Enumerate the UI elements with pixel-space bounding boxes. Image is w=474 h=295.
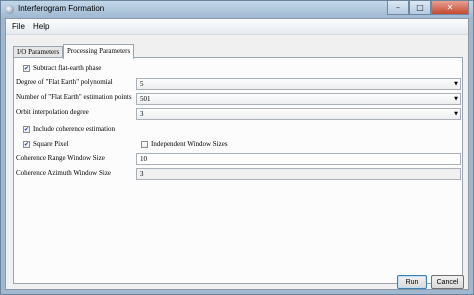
square-pixel-label: Square Pixel — [33, 140, 69, 148]
menu-file[interactable]: File — [12, 22, 25, 31]
include-coherence-label: Include coherence estimation — [33, 125, 116, 133]
orbit-select[interactable]: 3 ▼ — [136, 108, 461, 120]
app-icon — [5, 5, 14, 14]
degree-select[interactable]: 5 ▼ — [136, 78, 461, 90]
chevron-down-icon: ▼ — [454, 96, 458, 102]
checkbox-unchecked-icon — [141, 140, 148, 148]
menu-help[interactable]: Help — [33, 22, 49, 31]
application-window: Interferogram Formation – □ ✕ File Help … — [0, 0, 474, 295]
npoints-select[interactable]: 501 ▼ — [136, 93, 461, 105]
npoints-value: 501 — [140, 95, 151, 103]
window-controls: – □ ✕ — [387, 1, 469, 15]
subtract-flat-earth-label: Subtract flat-earth phase — [33, 64, 102, 72]
subtract-flat-earth-checkbox[interactable]: ✔ Subtract flat-earth phase — [23, 64, 101, 72]
maximize-button[interactable]: □ — [409, 1, 431, 15]
close-button[interactable]: ✕ — [431, 1, 469, 15]
independent-window-checkbox[interactable]: Independent Window Sizes — [141, 140, 228, 148]
title-bar[interactable]: Interferogram Formation – □ ✕ — [1, 1, 473, 18]
square-pixel-checkbox[interactable]: ✔ Square Pixel — [23, 140, 69, 148]
minimize-button[interactable]: – — [387, 1, 409, 15]
azimuth-window-value: 3 — [140, 170, 144, 178]
chevron-down-icon: ▼ — [454, 111, 458, 117]
degree-value: 5 — [140, 80, 144, 88]
azimuth-window-input[interactable]: 3 — [136, 168, 461, 180]
include-coherence-checkbox[interactable]: ✔ Include coherence estimation — [23, 125, 115, 133]
checkbox-checked-icon: ✔ — [23, 125, 30, 133]
orbit-label: Orbit interpolation degree — [16, 108, 89, 116]
menu-bar: File Help — [6, 19, 468, 35]
range-window-input[interactable]: 10 — [136, 153, 461, 165]
run-button[interactable]: Run — [397, 275, 427, 289]
window-title: Interferogram Formation — [18, 4, 105, 13]
checkbox-checked-icon: ✔ — [23, 64, 30, 72]
degree-label: Degree of "Flat Earth" polynomial — [16, 78, 113, 86]
range-window-label: Coherence Range Window Size — [16, 154, 105, 162]
range-window-value: 10 — [140, 155, 147, 163]
checkbox-checked-icon: ✔ — [23, 140, 30, 148]
processing-parameters-panel: ✔ Subtract flat-earth phase Degree of "F… — [13, 57, 463, 284]
tab-processing-parameters[interactable]: Processing Parameters — [63, 44, 135, 59]
orbit-value: 3 — [140, 110, 144, 118]
npoints-label: Number of "Flat Earth" estimation points — [16, 93, 132, 101]
chevron-down-icon: ▼ — [454, 81, 458, 87]
azimuth-window-label: Coherence Azimuth Window Size — [16, 169, 112, 177]
window-content: File Help I/O Parameters Processing Para… — [5, 18, 469, 290]
independent-window-label: Independent Window Sizes — [151, 140, 228, 148]
cancel-button[interactable]: Cancel — [431, 275, 464, 289]
